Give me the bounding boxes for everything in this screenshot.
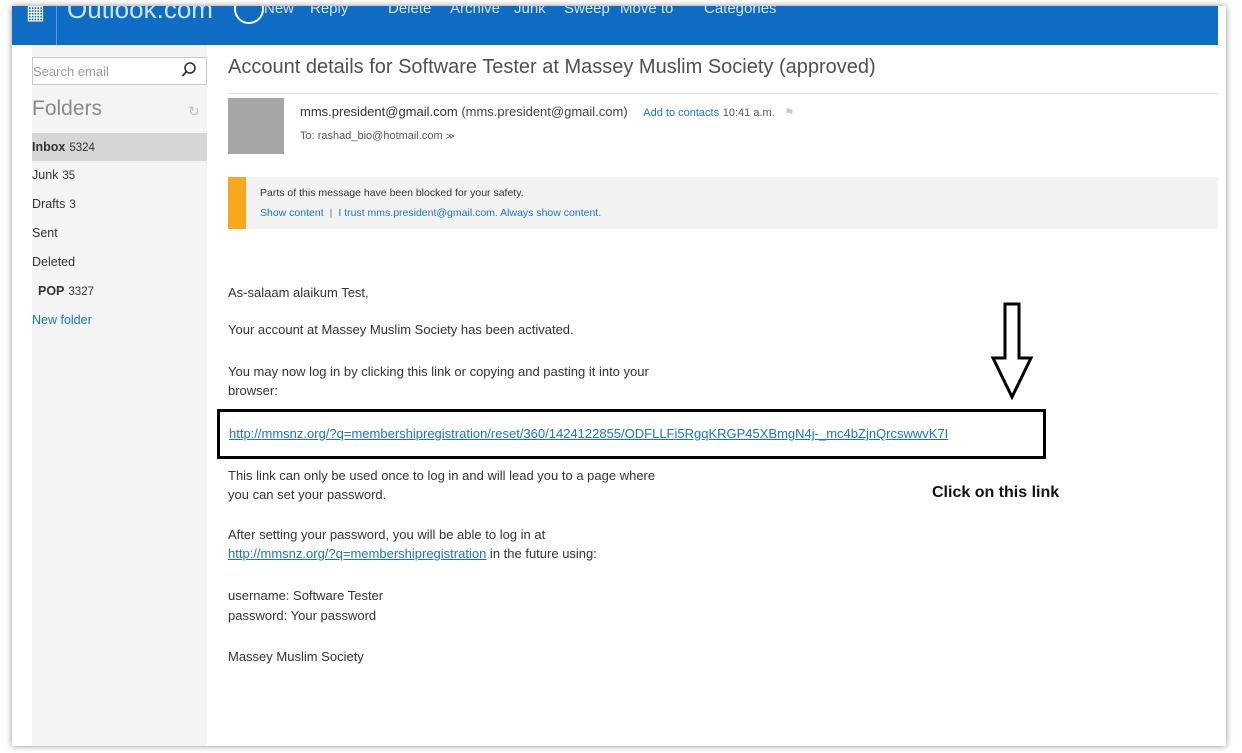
once-line-2: you can set your password. [228,487,387,502]
brand-logo[interactable]: Outlook.com [67,6,213,25]
folder-pop[interactable]: POP 3327 [32,277,207,305]
once-line-1: This link can only be used once to log i… [228,468,656,483]
screenshot-frame: ▦ Outlook.com New Reply Delete Archive J… [12,6,1226,746]
junk-button[interactable]: Junk [514,6,546,17]
login-line-2: browser: [228,383,278,398]
trust-sender-link[interactable]: I trust mms.president@gmail.com. Always … [338,207,601,219]
folder-label: Drafts [32,197,66,211]
annotation-label: Click on this link [932,484,1060,501]
down-arrow-icon [990,302,1034,400]
blocked-content-banner: Parts of this message have been blocked … [228,177,1218,229]
after-line-2-text: in the future using: [486,546,597,561]
warning-actions: Show content | I trust mms.president@gmail… [260,207,601,219]
folder-pane: Search email Folders ↻ Inbox 5324 Junk 35 … [32,45,207,746]
search-input[interactable]: Search email [33,64,109,79]
folder-label: Junk [32,168,59,182]
folder-sent[interactable]: Sent [32,219,207,247]
folder-label: Sent [32,226,58,240]
highlight-box: http://mmsnz.org/?q=membershipregistrati… [217,409,1046,459]
folder-count: 5324 [69,142,95,154]
registration-link[interactable]: http://mmsnz.org/?q=membershipregistrati… [228,546,486,561]
sender-email[interactable]: mms.president@gmail.com [300,104,458,119]
activation-line: Your account at Massey Muslim Society ha… [228,322,574,337]
recipient-row: To: rashad_bio@hotmail.com ≫ [300,130,455,142]
folder-label: Deleted [32,255,76,269]
username-line: username: Software Tester [228,588,384,603]
search-box[interactable]: Search email [32,57,207,85]
folder-label: POP [38,284,65,298]
folder-label: Inbox [32,140,66,154]
app-launcher-icon[interactable]: ▦ [26,6,45,25]
expand-recipients-icon[interactable]: ≫ [446,131,455,141]
folder-count: 35 [62,170,76,182]
folder-junk[interactable]: Junk 35 [32,161,207,189]
archive-button[interactable]: Archive [450,6,500,17]
top-bar: ▦ Outlook.com New Reply Delete Archive J… [12,6,1218,45]
sender-avatar [228,98,284,154]
folder-deleted[interactable]: Deleted [32,248,207,276]
folder-count: 3 [69,199,76,211]
new-folder-link[interactable]: New folder [32,306,207,334]
message-subject: Account details for Software Tester at M… [228,56,876,78]
move-to-button[interactable]: Move to [620,6,673,17]
topbar-divider [56,6,57,45]
reset-link[interactable]: http://mmsnz.org/?q=membershipregistrati… [229,426,948,441]
folder-drafts[interactable]: Drafts 3 [32,190,207,218]
warning-bar [228,177,246,229]
folder-count: 3327 [68,286,94,298]
folders-heading: Folders [32,97,103,120]
delete-button[interactable]: Delete [388,6,431,17]
password-line: password: Your password [228,608,377,623]
categories-button[interactable]: Categories [704,6,777,17]
recipient-text: To: rashad_bio@hotmail.com [300,130,443,142]
after-line-2: http://mmsnz.org/?q=membershipregistrati… [228,545,597,563]
show-content-link[interactable]: Show content [260,207,324,219]
sender-row: mms.president@gmail.com (mms.president@g… [300,104,794,119]
new-button[interactable]: New [264,6,294,17]
folder-inbox[interactable]: Inbox 5324 [32,133,207,161]
separator: | [329,207,333,219]
warning-text: Parts of this message have been blocked … [260,187,524,199]
signature: Massey Muslim Society [228,649,364,664]
flag-icon[interactable]: ⚑ [784,107,794,119]
login-line-1: You may now log in by clicking this link… [228,364,649,379]
add-to-contacts-link[interactable]: Add to contacts [643,107,719,119]
sender-display: (mms.president@gmail.com) [461,104,628,119]
refresh-icon[interactable]: ↻ [188,103,200,120]
reply-button[interactable]: Reply [310,6,348,17]
header-divider [228,93,1218,94]
search-icon[interactable] [180,61,198,79]
after-line-1: After setting your password, you will be… [228,527,546,542]
sweep-button[interactable]: Sweep [564,6,610,17]
new-icon[interactable] [234,6,264,24]
greeting: As-salaam alaikum Test, [228,285,369,300]
message-time: 10:41 a.m. [722,107,775,119]
